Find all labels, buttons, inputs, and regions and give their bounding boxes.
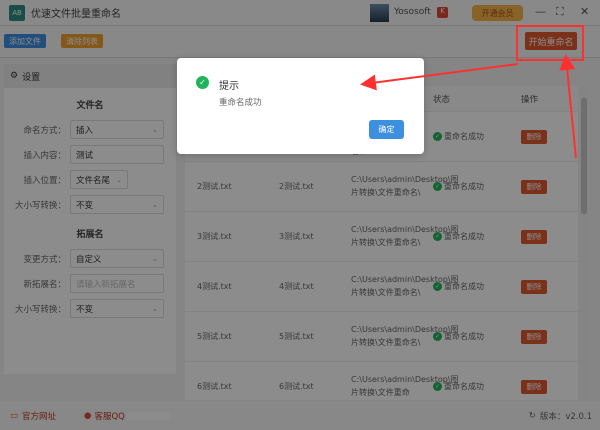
arrow-to-dialog [360,63,519,91]
arrow-to-button [559,54,577,159]
annotation-arrows [360,54,577,159]
